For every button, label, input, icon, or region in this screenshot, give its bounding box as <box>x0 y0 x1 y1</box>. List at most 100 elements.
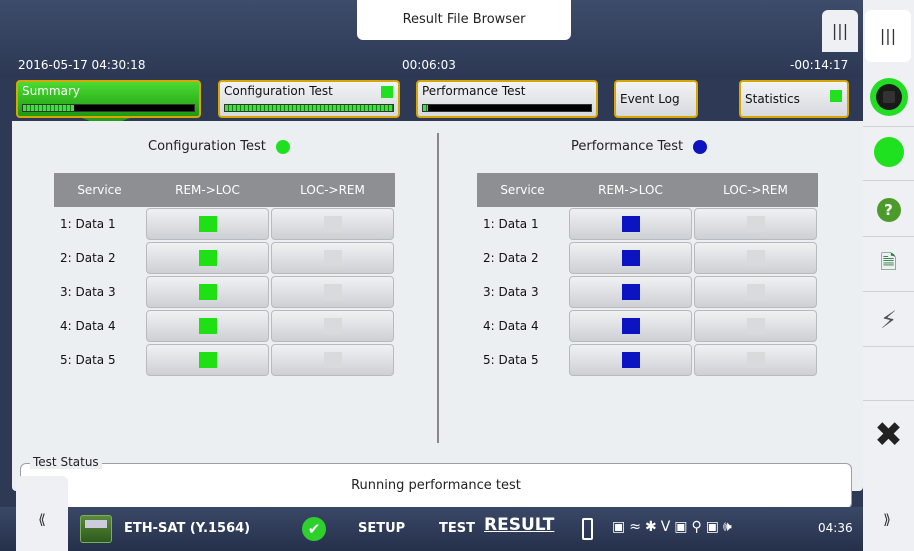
config-test-title-text: Configuration Test <box>148 139 266 154</box>
sidebar-handle-icon[interactable]: ||| <box>865 10 911 62</box>
panel-divider <box>437 133 439 443</box>
column-header: Service <box>54 173 145 207</box>
tab-statistics[interactable]: Statistics <box>739 80 849 118</box>
result-cell-loc-rem[interactable] <box>271 344 394 376</box>
status-indicator-icon <box>621 318 640 334</box>
stop-button[interactable] <box>863 72 914 122</box>
config-test-table: Service REM->LOC LOC->REM 1: Data 1 2: Da… <box>54 173 395 377</box>
status-indicator-icon <box>746 352 765 368</box>
report-button[interactable]: 🗎 <box>863 245 914 285</box>
progress-fill <box>423 105 429 111</box>
perf-test-title: Performance Test <box>571 139 708 154</box>
table-row: 4: Data 4 <box>477 309 818 343</box>
service-label: 1: Data 1 <box>60 217 116 231</box>
status-indicator-icon <box>621 352 640 368</box>
perf-test-title-text: Performance Test <box>571 139 684 154</box>
result-cell-rem-loc[interactable] <box>569 310 692 342</box>
result-cell-loc-rem[interactable] <box>271 208 394 240</box>
nav-test[interactable]: TEST <box>439 521 475 536</box>
table-row: 5: Data 5 <box>477 343 818 377</box>
column-header: REM->LOC <box>145 173 270 207</box>
status-indicator-icon <box>323 318 342 334</box>
result-cell-loc-rem[interactable] <box>271 242 394 274</box>
nav-result[interactable]: RESULT <box>484 515 554 535</box>
report-icon: 🗎 <box>880 250 897 274</box>
right-handle-icon[interactable]: ⟫ <box>864 476 910 551</box>
status-indicator-icon <box>323 216 342 232</box>
battery-icon <box>582 518 593 540</box>
panel-handle-icon[interactable]: ||| <box>822 10 858 52</box>
app-name[interactable]: ETH-SAT (Y.1564) <box>124 521 250 536</box>
close-icon: ✖ <box>874 415 903 455</box>
tab-performance-test[interactable]: Performance Test <box>416 80 598 118</box>
status-square-icon <box>381 86 393 98</box>
test-status-legend: Test Status <box>30 455 102 469</box>
help-button[interactable]: ? <box>863 190 914 230</box>
table-row: 2: Data 2 <box>477 241 818 275</box>
progress-bar <box>422 104 592 112</box>
close-button[interactable]: ✖ <box>863 410 914 460</box>
result-cell-rem-loc[interactable] <box>569 344 692 376</box>
stop-button-icon <box>869 78 908 116</box>
result-cell-rem-loc[interactable] <box>146 344 269 376</box>
tab-label: Performance Test <box>422 84 526 98</box>
table-row: 1: Data 1 <box>54 207 395 241</box>
tab-summary[interactable]: Summary <box>16 80 201 118</box>
tab-event-log[interactable]: Event Log <box>614 80 698 118</box>
progress-fill <box>23 105 75 111</box>
status-indicator-icon <box>746 284 765 300</box>
service-label: 2: Data 2 <box>60 251 116 265</box>
progress-fill <box>225 105 393 111</box>
status-indicator-icon <box>746 318 765 334</box>
status-indicator-icon <box>323 284 342 300</box>
result-cell-loc-rem[interactable] <box>694 310 817 342</box>
result-cell-rem-loc[interactable] <box>146 276 269 308</box>
tab-label: Configuration Test <box>224 84 333 98</box>
date-time: 2016-05-17 04:30:18 <box>18 58 146 72</box>
tab-configuration-test[interactable]: Configuration Test <box>218 80 400 118</box>
clock: 04:36 <box>818 521 853 535</box>
table-row: 2: Data 2 <box>54 241 395 275</box>
column-header: Service <box>477 173 568 207</box>
tab-label: Event Log <box>620 92 680 106</box>
result-cell-loc-rem[interactable] <box>694 208 817 240</box>
result-cell-loc-rem[interactable] <box>694 242 817 274</box>
test-status-text: Running performance test <box>351 478 521 493</box>
window-title[interactable]: Result File Browser <box>357 0 571 40</box>
result-cell-loc-rem[interactable] <box>694 276 817 308</box>
service-label: 3: Data 3 <box>60 285 116 299</box>
result-cell-rem-loc[interactable] <box>146 242 269 274</box>
result-cell-rem-loc[interactable] <box>569 208 692 240</box>
result-cell-loc-rem[interactable] <box>271 276 394 308</box>
column-header: REM->LOC <box>568 173 693 207</box>
config-test-title: Configuration Test <box>148 139 290 154</box>
result-cell-loc-rem[interactable] <box>694 344 817 376</box>
progress-bar <box>224 104 394 112</box>
result-cell-loc-rem[interactable] <box>271 310 394 342</box>
service-label: 3: Data 3 <box>483 285 539 299</box>
status-indicator-icon <box>198 318 217 334</box>
nav-setup[interactable]: SETUP <box>358 521 405 536</box>
summary-panel: Configuration Test Performance Test Serv… <box>12 121 863 509</box>
status-indicator-icon <box>198 250 217 266</box>
table-row: 1: Data 1 <box>477 207 818 241</box>
tab-label: Summary <box>22 84 80 98</box>
service-label: 5: Data 5 <box>483 353 539 367</box>
status-indicator-icon <box>621 216 640 232</box>
result-cell-rem-loc[interactable] <box>146 208 269 240</box>
status-indicator-icon <box>198 284 217 300</box>
status-indicator-icon <box>323 352 342 368</box>
result-cell-rem-loc[interactable] <box>569 276 692 308</box>
service-label: 1: Data 1 <box>483 217 539 231</box>
column-header: LOC->REM <box>270 173 395 207</box>
elapsed-time: 00:06:03 <box>402 58 456 72</box>
lightning-button[interactable]: ⚡︎ <box>863 300 914 340</box>
result-cell-rem-loc[interactable] <box>569 242 692 274</box>
app-icon[interactable] <box>80 515 112 543</box>
service-label: 5: Data 5 <box>60 353 116 367</box>
status-square-icon <box>830 90 842 102</box>
left-handle-icon[interactable]: ⟪ <box>16 476 68 551</box>
remaining-time: -00:14:17 <box>790 58 849 72</box>
bottom-bar: ETH-SAT (Y.1564) ✔ SETUP TEST RESULT ▣≈✱… <box>0 507 863 551</box>
result-cell-rem-loc[interactable] <box>146 310 269 342</box>
